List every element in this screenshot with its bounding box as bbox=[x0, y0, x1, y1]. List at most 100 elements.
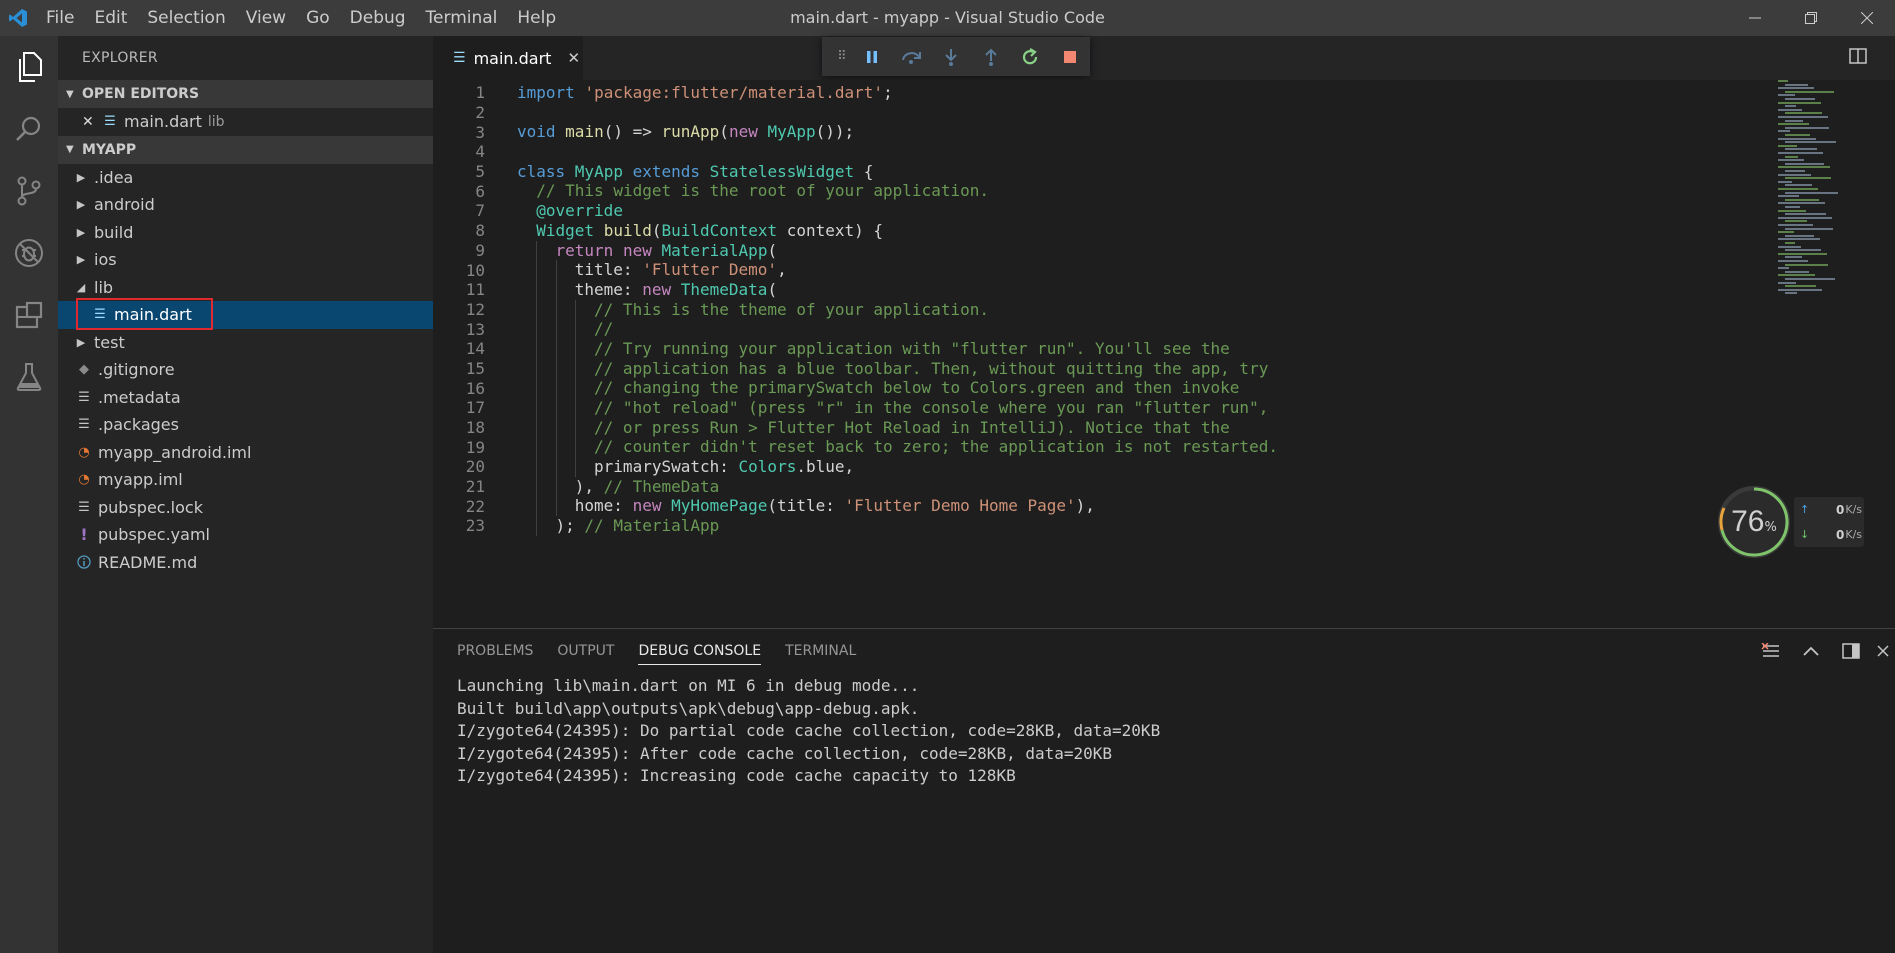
tree-item-pubspec-lock[interactable]: ☰ pubspec.lock bbox=[58, 494, 433, 522]
close-window-button[interactable] bbox=[1839, 0, 1895, 36]
tree-item-build[interactable]: ▶ build bbox=[58, 219, 433, 247]
project-section[interactable]: ▼ MYAPP bbox=[58, 135, 433, 164]
tree-item-android[interactable]: ▶ android bbox=[58, 191, 433, 219]
split-editor-icon[interactable] bbox=[1849, 48, 1867, 68]
open-editors-section[interactable]: ▼ OPEN EDITORS bbox=[58, 80, 433, 108]
code-line[interactable]: 13 // bbox=[433, 319, 1895, 339]
code-line[interactable]: 22 home: new MyHomePage(title: 'Flutter D… bbox=[433, 496, 1895, 517]
menu-help[interactable]: Help bbox=[507, 0, 566, 36]
menu-selection[interactable]: Selection bbox=[137, 0, 235, 36]
code-line[interactable]: 10 title: 'Flutter Demo', bbox=[433, 260, 1895, 280]
code-token: void bbox=[517, 122, 566, 142]
code-line[interactable]: 5 class MyApp extends StatelessWidget { bbox=[433, 162, 1895, 182]
minimize-button[interactable] bbox=[1727, 0, 1783, 36]
step-over-button[interactable] bbox=[892, 37, 932, 76]
tree-item-myapp-android-iml[interactable]: ◔ myapp_android.iml bbox=[58, 439, 433, 467]
restart-button[interactable] bbox=[1011, 37, 1051, 76]
code-line[interactable]: 9 return new MaterialApp( bbox=[433, 240, 1895, 261]
source-control-icon[interactable] bbox=[0, 160, 58, 222]
code-line[interactable]: 18 // or press Run > Flutter Hot Reload i… bbox=[433, 417, 1895, 438]
code-line[interactable]: 3 void main() => runApp(new MyApp()); bbox=[433, 122, 1895, 142]
tree-item-label: pubspec.lock bbox=[98, 497, 203, 517]
code-line[interactable]: 16 // changing the primarySwatch below to… bbox=[433, 378, 1895, 398]
tree-item-gitignore[interactable]: ◆ .gitignore bbox=[58, 356, 433, 384]
chevron-down-icon: ▼ bbox=[66, 144, 74, 155]
step-out-button[interactable] bbox=[971, 37, 1011, 76]
code-line[interactable]: 8 Widget build(BuildContext context) { bbox=[433, 221, 1895, 241]
tab-problems[interactable]: PROBLEMS bbox=[457, 629, 533, 673]
code-line[interactable]: 6 // This widget is the root of your appl… bbox=[433, 181, 1895, 201]
tree-item-idea[interactable]: ▶ .idea bbox=[58, 164, 433, 192]
tree-item-lib[interactable]: ◢ lib bbox=[58, 274, 433, 302]
code-line[interactable]: 21), // ThemeData bbox=[433, 476, 1895, 497]
code-line[interactable]: 19 // counter didn't reset back to zero; … bbox=[433, 437, 1895, 458]
minimap-line bbox=[1778, 274, 1815, 277]
tree-item-readme[interactable]: README.md bbox=[58, 549, 433, 577]
extensions-icon[interactable] bbox=[0, 284, 58, 346]
close-icon[interactable]: ✕ bbox=[567, 49, 580, 67]
code-line[interactable]: 14 // Try running your application with "… bbox=[433, 338, 1895, 359]
minimap-line bbox=[1785, 249, 1821, 252]
explorer-header: EXPLORER bbox=[82, 50, 158, 66]
flask-icon[interactable] bbox=[0, 346, 58, 408]
indent-guide bbox=[536, 417, 538, 438]
pause-button[interactable] bbox=[852, 37, 892, 76]
code-line[interactable]: 15 // application has a blue toolbar. The… bbox=[433, 358, 1895, 379]
code-line[interactable]: 17 // "hot reload" (press "r" in the cons… bbox=[433, 398, 1895, 418]
tree-item-packages[interactable]: ☰ .packages bbox=[58, 411, 433, 439]
code-line[interactable]: 20 primarySwatch: Colors.blue, bbox=[433, 457, 1895, 477]
code-line[interactable]: 1 import 'package:flutter/material.dart'; bbox=[433, 83, 1895, 103]
line-number: 6 bbox=[475, 181, 485, 201]
stop-button[interactable] bbox=[1050, 37, 1090, 76]
tab-main-dart[interactable]: ☰ main.dart ✕ bbox=[433, 36, 583, 80]
open-editor-item[interactable]: ✕ ☰ main.dart lib bbox=[58, 108, 433, 136]
tree-item-test[interactable]: ▶ test bbox=[58, 329, 433, 357]
menu-view[interactable]: View bbox=[236, 0, 296, 36]
code-line[interactable]: 23); // MaterialApp bbox=[433, 516, 1895, 536]
tab-terminal[interactable]: TERMINAL bbox=[785, 629, 856, 673]
search-icon[interactable] bbox=[0, 98, 58, 160]
close-panel-icon[interactable] bbox=[1871, 629, 1895, 673]
menu-debug[interactable]: Debug bbox=[340, 0, 416, 36]
code-token: ), bbox=[1075, 496, 1095, 516]
code-line[interactable]: 7 @override bbox=[433, 201, 1895, 221]
debug-icon[interactable] bbox=[0, 222, 58, 284]
code-editor[interactable]: 1 import 'package:flutter/material.dart';… bbox=[433, 80, 1895, 628]
code-line[interactable]: 11 theme: new ThemeData( bbox=[433, 279, 1895, 300]
code-line[interactable]: 12 // This is the theme of your applicati… bbox=[433, 299, 1895, 320]
tree-item-ios[interactable]: ▶ ios bbox=[58, 246, 433, 274]
tab-output[interactable]: OUTPUT bbox=[557, 629, 614, 673]
drag-handle-icon[interactable]: ⠿ bbox=[832, 37, 852, 76]
tree-item-myapp-iml[interactable]: ◔ myapp.iml bbox=[58, 466, 433, 494]
minimap-line bbox=[1785, 134, 1810, 136]
tree-item-main-dart[interactable]: ☰ main.dart bbox=[58, 298, 433, 330]
tree-item-pubspec-yaml[interactable]: ! pubspec.yaml bbox=[58, 521, 433, 549]
code-token: extends bbox=[632, 161, 710, 181]
code-token: // changing the primarySwatch below to C… bbox=[594, 378, 1240, 398]
menu-file[interactable]: File bbox=[36, 0, 84, 36]
panel-tabs: PROBLEMS OUTPUT DEBUG CONSOLE TERMINAL bbox=[433, 629, 1895, 673]
menu-edit[interactable]: Edit bbox=[84, 0, 137, 36]
tree-item-metadata[interactable]: ☰ .metadata bbox=[58, 384, 433, 412]
files-icon[interactable] bbox=[0, 36, 58, 98]
minimap-line bbox=[1778, 216, 1832, 219]
minimap[interactable] bbox=[1778, 80, 1868, 300]
debug-console-output[interactable]: Launching lib\main.dart on MI 6 in debug… bbox=[433, 673, 1895, 788]
menu-go[interactable]: Go bbox=[296, 0, 340, 36]
maximize-panel-icon[interactable] bbox=[1791, 629, 1831, 673]
tab-debug-console[interactable]: DEBUG CONSOLE bbox=[638, 629, 761, 673]
close-icon[interactable]: ✕ bbox=[82, 114, 102, 130]
code-line[interactable]: 4 bbox=[433, 142, 1895, 162]
code-token: ); bbox=[555, 516, 585, 536]
step-into-button[interactable] bbox=[931, 37, 971, 76]
code-line[interactable]: 2 bbox=[433, 103, 1895, 123]
menu-terminal[interactable]: Terminal bbox=[416, 0, 508, 36]
code-token: class bbox=[517, 161, 575, 181]
code-token: import bbox=[517, 83, 585, 102]
code-token: theme: bbox=[574, 279, 643, 299]
toggle-panel-position-icon[interactable] bbox=[1831, 629, 1871, 673]
line-number: 5 bbox=[475, 162, 485, 182]
restore-button[interactable] bbox=[1783, 0, 1839, 36]
chevron-right-icon: ▶ bbox=[76, 253, 86, 267]
clear-console-icon[interactable] bbox=[1751, 629, 1791, 673]
